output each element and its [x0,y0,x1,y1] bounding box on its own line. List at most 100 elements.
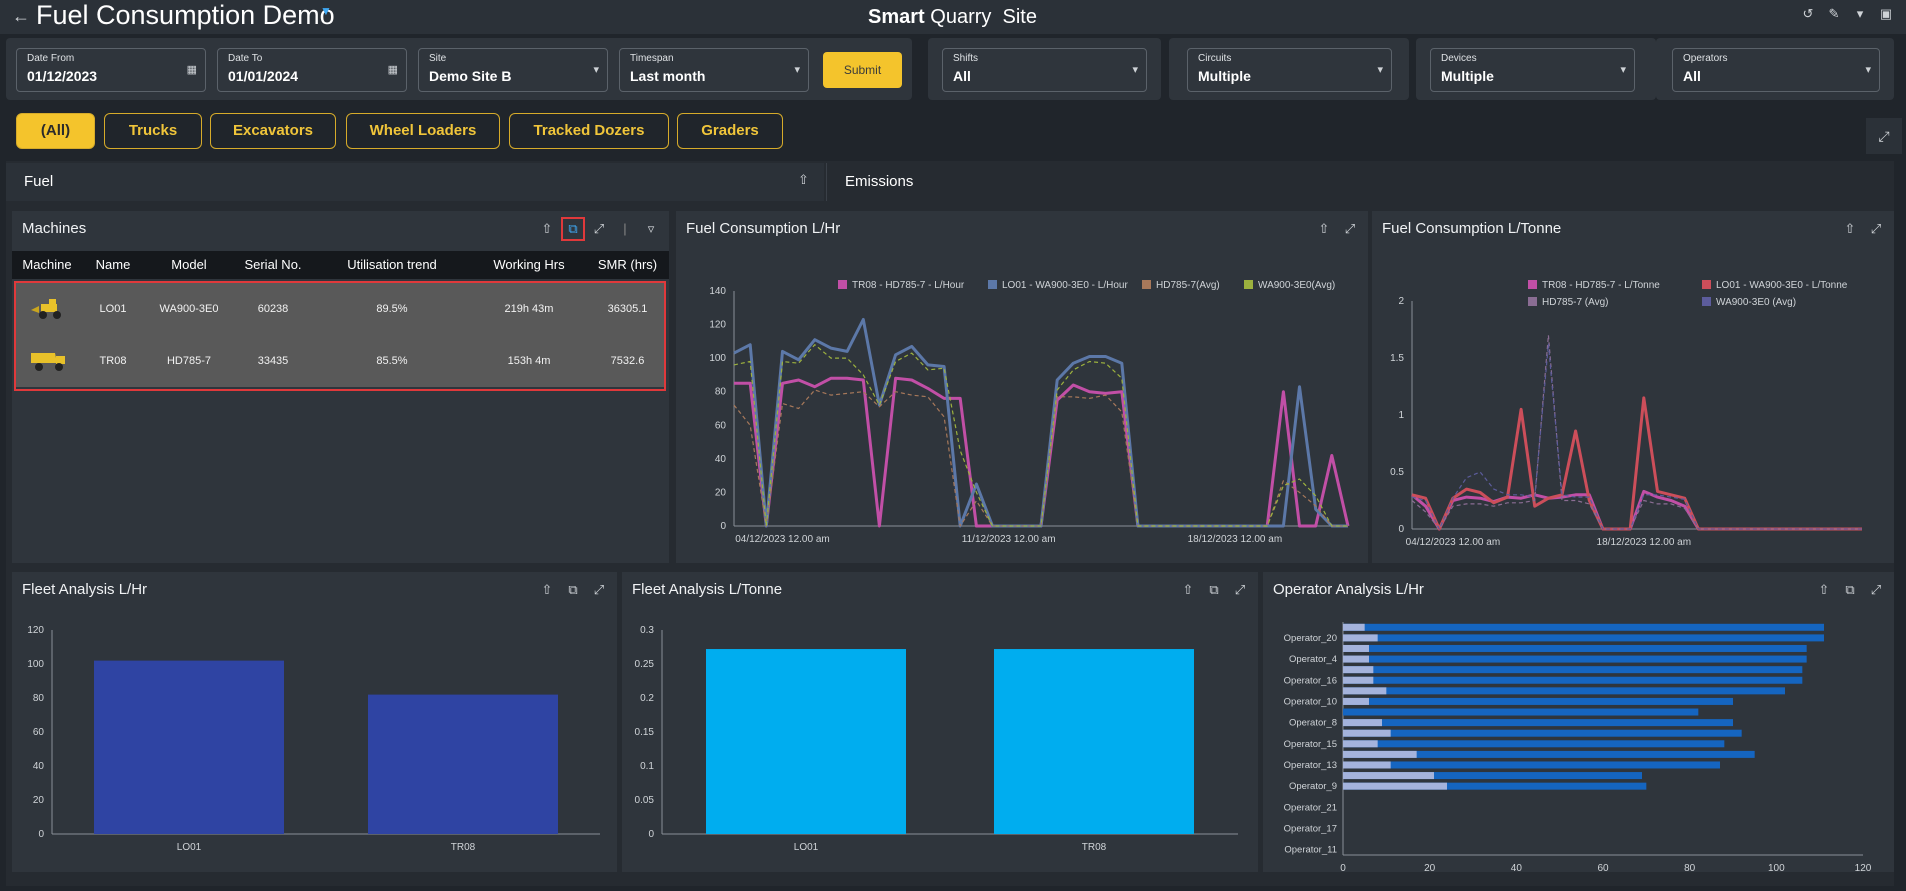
x-tick-label: 04/12/2023 12.00 am [735,534,830,545]
y-tick-label: Operator_13 [1284,760,1337,771]
timespan-label: Timespan [630,53,674,64]
calendar-icon[interactable]: ▦ [187,63,197,76]
col-utilisation[interactable]: Utilisation trend [312,251,472,279]
calendar-icon[interactable]: ▦ [388,63,398,76]
shifts-group: Shifts All ▾ [928,38,1161,100]
col-working-hrs[interactable]: Working Hrs [472,251,586,279]
table-row[interactable]: LO01 WA900-3E0 60238 89.5% 219h 43m 3630… [16,283,664,335]
date-filter-group: Date From 01/12/2023 ▦ Date To 01/01/202… [6,38,912,100]
export-icon[interactable]: ⇧ [1842,221,1858,237]
y-tick-label: 40 [33,761,45,772]
y-tick-label: 0 [1398,524,1404,535]
category-graders-button[interactable]: Graders [677,113,783,149]
fuel-ltonne-chart: 0 0.5 1 1.5 2 04/12/2023 12.00 am 18/12/2023 1… [1390,280,1862,548]
machines-toolbar: ⇧ ⧉ ⤢ | ▿ [539,217,659,241]
submit-button[interactable]: Submit [823,52,902,88]
timespan-select[interactable]: Timespan Last month ▾ [619,48,809,92]
y-tick-label: Operator_8 [1289,718,1337,729]
date-to-field[interactable]: Date To 01/01/2024 ▦ [217,48,407,92]
y-tick-label: 0.15 [635,727,655,738]
col-name[interactable]: Name [82,251,144,279]
expand-icon[interactable]: ⤢ [591,582,607,598]
operators-select[interactable]: Operators All ▾ [1672,48,1880,92]
series-line [733,344,1348,527]
export-icon[interactable]: ⇧ [539,221,555,237]
x-tick-label: 100 [1768,863,1785,872]
fullscreen-icon[interactable]: ⤢ [1866,118,1902,154]
copy-icon[interactable]: ⧉ [1206,582,1222,598]
filter-indicator-icon[interactable]: ▼ [320,4,332,18]
x-tick-label: 0 [1340,863,1346,872]
tab-emissions[interactable]: Emissions [845,163,913,201]
devices-select[interactable]: Devices Multiple ▾ [1430,48,1635,92]
bar [1343,719,1382,727]
cell-working-hrs: 219h 43m [504,303,554,315]
export-icon[interactable]: ⇧ [1816,582,1832,598]
image-icon[interactable]: ▣ [1878,6,1894,22]
cell-smr: 36305.1 [607,303,648,315]
category-tracked-dozers-button[interactable]: Tracked Dozers [509,113,669,149]
circuits-select[interactable]: Circuits Multiple ▾ [1187,48,1392,92]
table-row[interactable]: TR08 HD785-7 33435 85.5% 153h 4m 7532.6 [16,335,664,387]
edit-icon[interactable]: ✎ [1826,6,1842,22]
site-select[interactable]: Site Demo Site B ▾ [418,48,608,92]
legend-swatch [1244,280,1253,289]
tab-fuel[interactable]: Fuel [24,163,53,201]
bar [1343,623,1365,631]
category-all-button[interactable]: (All) [16,113,95,149]
col-model[interactable]: Model [144,251,234,279]
legend-label: TR08 - HD785-7 - L/Tonne [1542,280,1660,291]
col-machine[interactable]: Machine [12,251,82,279]
legend-label: LO01 - WA900-3E0 - L/Tonne [1716,280,1848,291]
chevron-down-icon[interactable]: ▾ [1132,63,1138,76]
machines-panel: Machines ⇧ ⧉ ⤢ | ▿ Machine Name Model Se… [12,211,669,563]
clear-filter-icon[interactable]: ▿ [643,221,659,237]
expand-icon[interactable]: ⤢ [591,221,607,237]
bar [1343,729,1391,737]
operators-label: Operators [1683,53,1728,64]
export-icon[interactable]: ⇧ [1316,221,1332,237]
copy-icon[interactable]: ⧉ [561,217,585,241]
chevron-down-icon[interactable]: ▾ [794,63,800,76]
bar [994,649,1194,834]
y-tick-label: 0.5 [1390,467,1404,478]
export-icon[interactable]: ⇧ [539,582,555,598]
operator-lhr-title: Operator Analysis L/Hr [1273,581,1424,598]
copy-icon[interactable]: ⧉ [565,582,581,598]
bar [368,694,558,834]
expand-icon[interactable]: ⤢ [1232,582,1248,598]
site-value: Demo Site B [429,68,512,84]
legend-label: HD785-7(Avg) [1156,280,1220,291]
col-serial[interactable]: Serial No. [234,251,312,279]
category-trucks-button[interactable]: Trucks [104,113,202,149]
expand-icon[interactable]: ⤢ [1868,221,1884,237]
cell-utilisation: 89.5% [376,303,408,315]
chevron-down-icon[interactable]: ▾ [1377,63,1383,76]
expand-icon[interactable]: ⤢ [1342,221,1358,237]
revert-icon[interactable]: ↺ [1800,6,1816,22]
bar [1343,708,1699,716]
date-to-label: Date To [228,53,263,64]
y-tick-label: Operator_10 [1284,696,1337,707]
site-label: Site [429,53,447,64]
export-icon[interactable]: ⇧ [798,172,809,188]
chevron-down-icon[interactable]: ▾ [1865,63,1871,76]
date-from-field[interactable]: Date From 01/12/2023 ▦ [16,48,206,92]
chevron-down-icon[interactable]: ▾ [1620,63,1626,76]
panel-toolbar: ⇧ ⧉ ⤢ [1816,582,1884,598]
bar [1343,740,1378,748]
shifts-select[interactable]: Shifts All ▾ [942,48,1147,92]
fleet-ltonne-chart: 0 0.05 0.1 0.15 0.2 0.25 0.3 LO01 TR08 [635,625,1238,853]
brand-quarry: Quarry [930,6,992,28]
filter-settings-icon[interactable]: ▾ [1852,6,1868,22]
y-tick-label: 60 [33,727,45,738]
category-excavators-button[interactable]: Excavators [210,113,336,149]
category-wheel-loaders-button[interactable]: Wheel Loaders [346,113,500,149]
back-arrow-icon[interactable]: ← [12,6,30,27]
operator-lhr-panel: Operator Analysis L/Hr ⇧ ⧉ ⤢ 0 20 40 60 80 10… [1263,572,1894,872]
expand-icon[interactable]: ⤢ [1868,582,1884,598]
export-icon[interactable]: ⇧ [1180,582,1196,598]
chevron-down-icon[interactable]: ▾ [593,63,599,76]
col-smr[interactable]: SMR (hrs) [586,251,669,279]
copy-icon[interactable]: ⧉ [1842,582,1858,598]
